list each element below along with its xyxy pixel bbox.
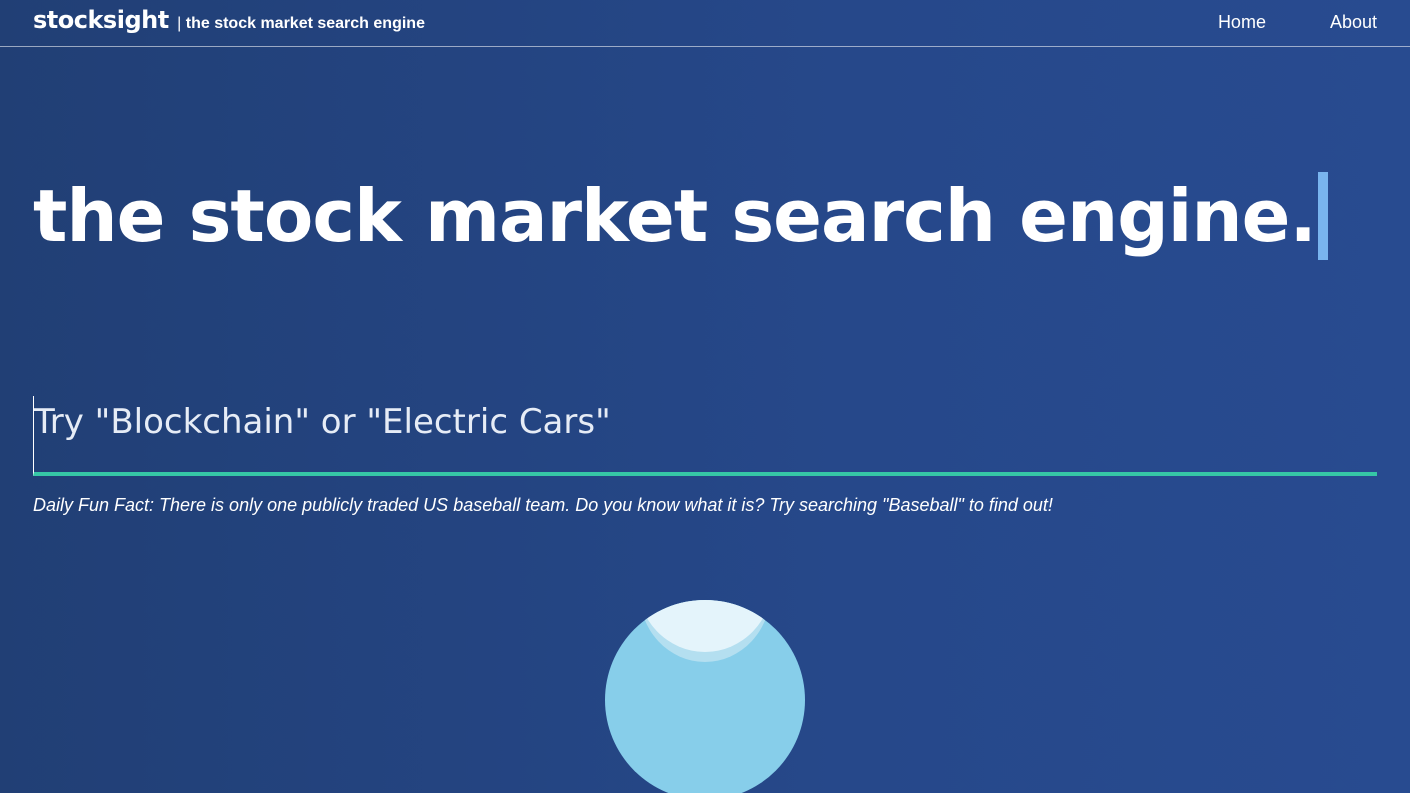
- brand-separator: |: [177, 15, 182, 32]
- brand[interactable]: stocksight | the stock market search eng…: [33, 6, 425, 34]
- search-input[interactable]: [33, 396, 1377, 476]
- nav-links: Home About: [1218, 12, 1377, 33]
- nav-link-home[interactable]: Home: [1218, 12, 1266, 33]
- daily-fun-fact: Daily Fun Fact: There is only one public…: [33, 495, 1053, 515]
- typing-cursor: [1317, 172, 1328, 260]
- hero-heading: the stock market search engine.: [33, 172, 1328, 260]
- search-container: [33, 396, 1377, 476]
- loading-ball-illustration: [605, 600, 805, 793]
- nav-link-about[interactable]: About: [1330, 12, 1377, 33]
- hero-title: the stock market search engine.: [33, 174, 1317, 258]
- top-navbar: stocksight | the stock market search eng…: [0, 0, 1410, 47]
- brand-tagline: the stock market search engine: [185, 15, 425, 32]
- ball-highlight: [637, 600, 773, 652]
- brand-name[interactable]: stocksight: [33, 6, 169, 34]
